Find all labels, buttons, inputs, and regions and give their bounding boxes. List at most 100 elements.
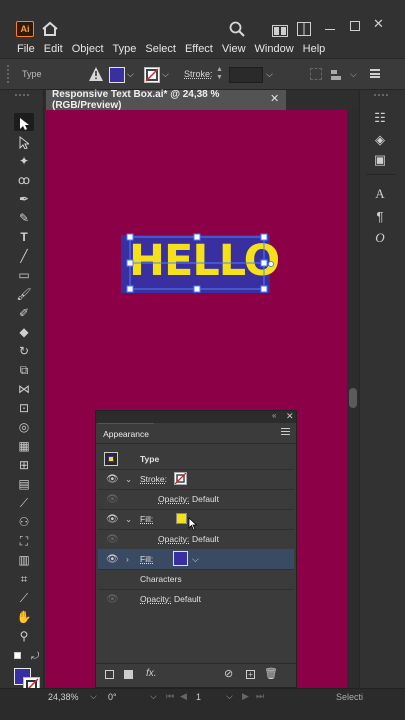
maximize-icon[interactable]: [350, 21, 360, 31]
document-tab[interactable]: Responsive Text Box.ai* @ 24,38 % (RGB/P…: [46, 89, 286, 111]
free-transform-tool-icon[interactable]: ⊡: [15, 401, 33, 415]
last-artboard-icon[interactable]: ⏭: [256, 691, 264, 702]
search-icon[interactable]: [229, 21, 245, 37]
curvature-tool-icon[interactable]: ✎: [15, 211, 33, 225]
stroke-label[interactable]: Stroke:: [184, 69, 213, 79]
appearance-stroke-row[interactable]: 👁 ⌄ Stroke:: [98, 469, 294, 489]
shaper-tool-icon[interactable]: ✐: [15, 306, 33, 320]
transform-icon[interactable]: [330, 68, 344, 80]
properties-panel-icon[interactable]: ☷: [370, 110, 390, 126]
eraser-tool-icon[interactable]: ◆: [15, 325, 33, 339]
chevron-down-icon[interactable]: ⌵: [226, 691, 233, 702]
first-artboard-icon[interactable]: ⏮: [166, 691, 174, 702]
visibility-eye-icon[interactable]: 👁: [106, 474, 119, 485]
fill-row-label[interactable]: Fill:: [140, 514, 153, 524]
menu-type[interactable]: Type: [113, 43, 137, 55]
zoom-level[interactable]: 24,38%: [48, 692, 79, 702]
selection-tool-icon[interactable]: [15, 116, 33, 130]
shape-builder-tool-icon[interactable]: ◎: [15, 420, 33, 434]
chevron-down-icon[interactable]: ⌵: [350, 69, 357, 80]
visibility-eye-icon[interactable]: 👁: [106, 594, 119, 605]
symbol-sprayer-tool-icon[interactable]: ⛶: [15, 534, 33, 548]
arrange-documents-icon[interactable]: [297, 22, 311, 36]
add-new-fill-icon[interactable]: [124, 670, 133, 679]
stroke-swatch[interactable]: [144, 67, 160, 83]
close-panel-icon[interactable]: ✕: [286, 411, 294, 422]
column-graph-tool-icon[interactable]: ▥: [15, 553, 33, 567]
default-colors-icon[interactable]: [14, 652, 21, 659]
close-document-icon[interactable]: ✕: [270, 92, 279, 105]
rotate-tool-icon[interactable]: ↻: [15, 344, 33, 358]
clear-appearance-icon[interactable]: ⊘: [224, 667, 233, 680]
opacity-label[interactable]: Opacity:: [158, 494, 189, 504]
appearance-fill-row[interactable]: 👁 ⌄ Fill:: [98, 509, 294, 531]
scrollbar-thumb[interactable]: [349, 388, 357, 408]
slice-tool-icon[interactable]: ⟋: [15, 591, 33, 605]
gradient-tool-icon[interactable]: ▤: [15, 477, 33, 491]
collapse-panel-icon[interactable]: «: [272, 411, 276, 420]
direct-selection-tool-icon[interactable]: [15, 135, 33, 149]
appearance-fill-row-selected[interactable]: 👁 › Fill: ⌵: [98, 549, 294, 569]
panel-menu-icon[interactable]: [370, 69, 380, 78]
workspace-switcher-icon[interactable]: [272, 24, 288, 37]
text-thread-handle[interactable]: [268, 261, 274, 267]
appearance-opacity-row[interactable]: 👁 Opacity: Default: [98, 489, 294, 509]
fill-swatch[interactable]: [109, 67, 125, 83]
magic-wand-tool-icon[interactable]: ✦: [15, 154, 33, 168]
stroke-weight-input[interactable]: [229, 67, 263, 83]
selection-bounding-box[interactable]: [115, 230, 275, 298]
add-new-stroke-icon[interactable]: [105, 670, 114, 679]
perspective-grid-tool-icon[interactable]: ▦: [15, 439, 33, 453]
opacity-label[interactable]: Opacity:: [140, 594, 171, 604]
visibility-eye-icon[interactable]: 👁: [106, 514, 119, 525]
hand-tool-icon[interactable]: ✋: [15, 610, 33, 624]
chevron-down-icon[interactable]: ⌵: [162, 69, 169, 80]
vertical-scrollbar[interactable]: [347, 110, 359, 688]
warning-icon[interactable]: [88, 66, 104, 82]
mesh-tool-icon[interactable]: ⊞: [15, 458, 33, 472]
chevron-down-icon[interactable]: ⌵: [266, 69, 273, 80]
menu-file[interactable]: File: [17, 43, 35, 55]
visibility-eye-icon[interactable]: 👁: [106, 494, 119, 505]
fill-yellow-swatch[interactable]: [176, 513, 187, 524]
chevron-right-icon[interactable]: ›: [126, 554, 129, 564]
lasso-tool-icon[interactable]: ꝏ: [15, 173, 33, 187]
stroke-row-label[interactable]: Stroke:: [140, 474, 167, 484]
menu-select[interactable]: Select: [145, 43, 176, 55]
add-new-effect-button[interactable]: fx.: [146, 668, 157, 679]
minimize-icon[interactable]: [325, 29, 335, 30]
character-panel-icon[interactable]: A: [370, 186, 390, 202]
visibility-eye-icon[interactable]: 👁: [106, 554, 119, 565]
artboard-number[interactable]: 1: [196, 692, 201, 702]
menu-help[interactable]: Help: [303, 43, 326, 55]
artboard-tool-icon[interactable]: ⌗: [15, 572, 33, 586]
close-window-icon[interactable]: ✕: [373, 16, 385, 31]
chevron-down-icon[interactable]: ⌵: [127, 69, 134, 80]
rotation-value[interactable]: 0°: [108, 692, 117, 702]
previous-artboard-icon[interactable]: ◀: [180, 691, 187, 702]
width-tool-icon[interactable]: ⋈: [15, 382, 33, 396]
libraries-panel-icon[interactable]: ▣: [370, 152, 390, 168]
next-artboard-icon[interactable]: ▶: [242, 691, 249, 702]
opacity-label[interactable]: Opacity:: [158, 534, 189, 544]
paintbrush-tool-icon[interactable]: 🖌: [15, 287, 33, 301]
eyedropper-tool-icon[interactable]: ⟋: [15, 496, 33, 510]
menu-view[interactable]: View: [222, 43, 246, 55]
chevron-down-icon[interactable]: ⌵: [90, 691, 97, 702]
zoom-tool-icon[interactable]: ⚲: [15, 629, 33, 643]
appearance-opacity-row[interactable]: 👁 Opacity: Default: [98, 529, 294, 549]
paragraph-panel-icon[interactable]: ¶: [370, 208, 390, 224]
chevron-down-icon[interactable]: ⌄: [125, 514, 132, 525]
swap-colors-icon[interactable]: ⤾: [31, 651, 39, 662]
opentype-panel-icon[interactable]: O: [370, 230, 390, 246]
stroke-stepper[interactable]: ▲ ▼: [216, 66, 226, 84]
trash-icon[interactable]: 🗑: [264, 667, 278, 680]
appearance-characters-row[interactable]: Characters: [98, 569, 294, 589]
menu-object[interactable]: Object: [72, 43, 104, 55]
menu-edit[interactable]: Edit: [44, 43, 63, 55]
visibility-eye-icon[interactable]: 👁: [106, 534, 119, 545]
chevron-down-icon[interactable]: ⌵: [192, 554, 199, 565]
layers-panel-icon[interactable]: ◈: [370, 132, 390, 148]
menu-effect[interactable]: Effect: [185, 43, 213, 55]
appearance-tab[interactable]: Appearance: [98, 423, 154, 443]
